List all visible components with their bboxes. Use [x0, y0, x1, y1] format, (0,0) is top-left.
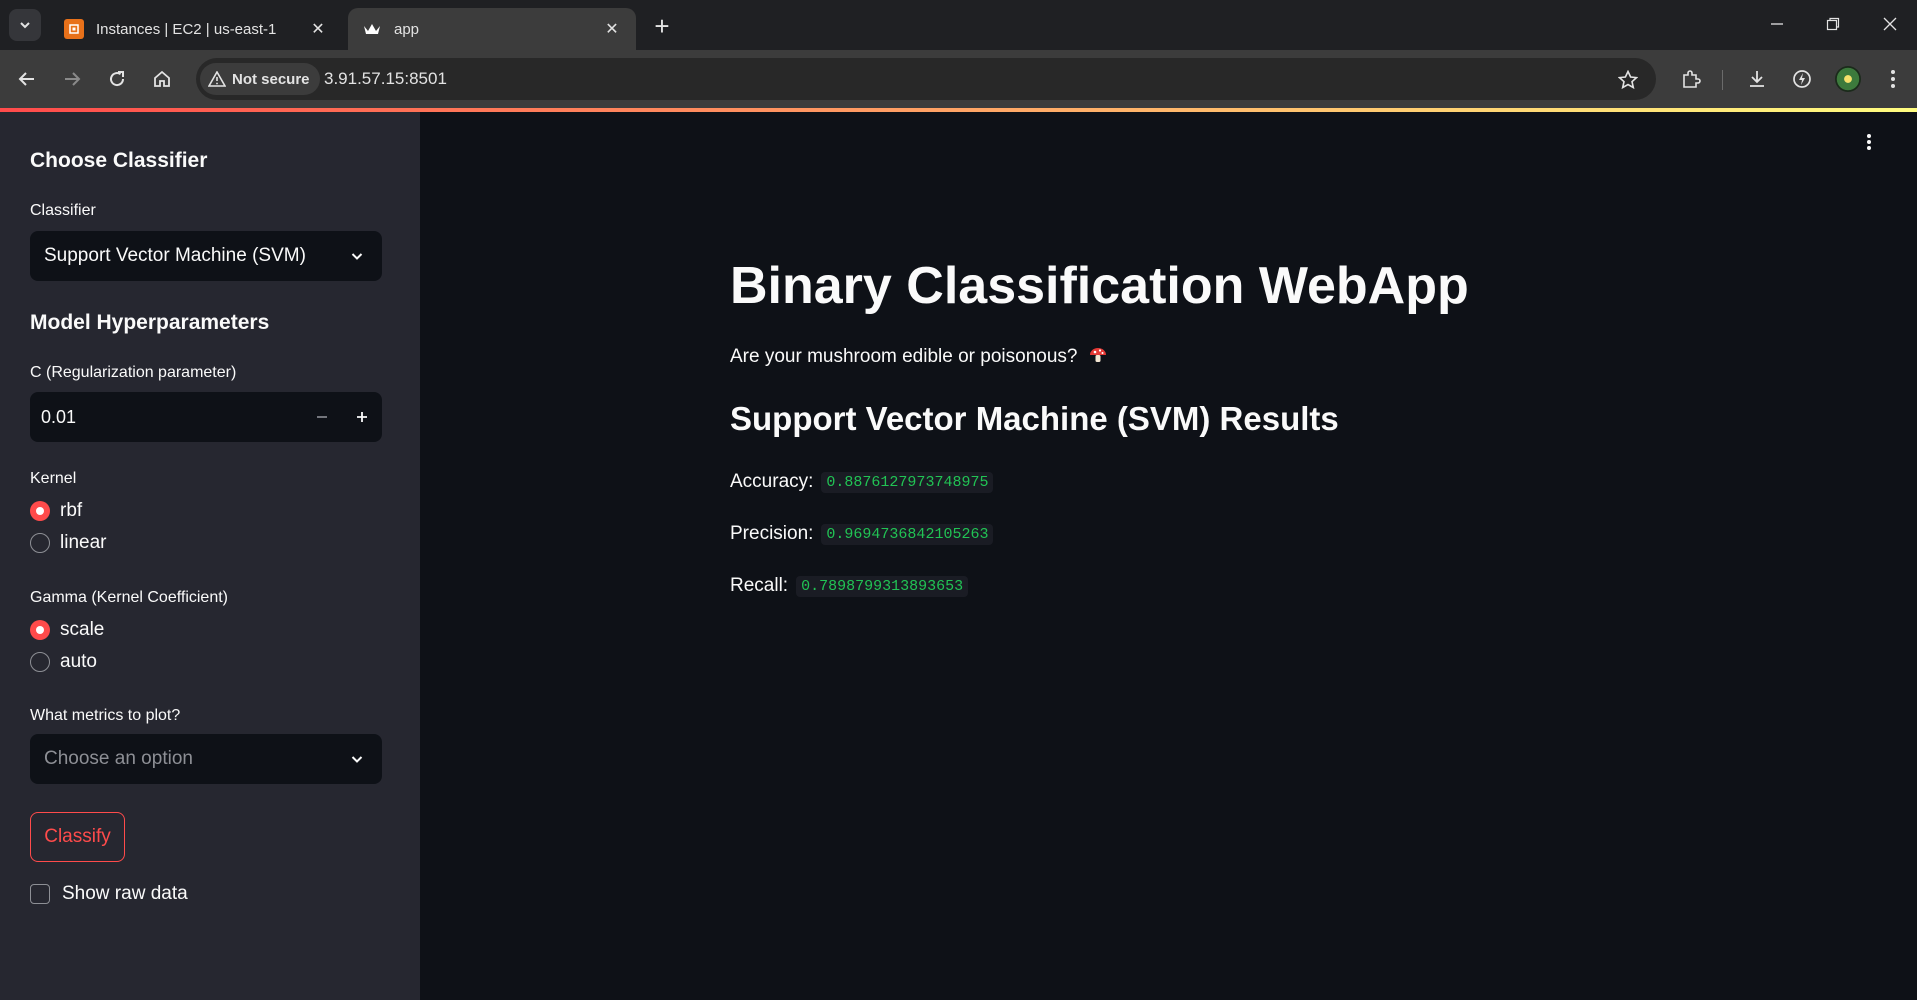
security-indicator[interactable]: Not secure [200, 63, 320, 95]
gamma-label: Gamma (Kernel Coefficient) [30, 589, 228, 606]
classifier-label: Classifier [30, 202, 96, 219]
mushroom-icon [1089, 347, 1107, 363]
show-raw-data-label: Show raw data [62, 883, 188, 904]
new-tab-button[interactable]: + [646, 10, 678, 42]
extensions-icon[interactable] [1675, 63, 1707, 95]
close-icon[interactable]: ✕ [602, 19, 622, 39]
kernel-option-linear[interactable]: linear [30, 530, 106, 556]
browser-toolbar: Not secure 3.91.57.15:8501 [0, 50, 1917, 108]
tab-app[interactable]: app ✕ [348, 8, 636, 50]
metric-value: 0.9694736842105263 [821, 523, 994, 545]
streamlit-crown-icon [362, 19, 382, 39]
browser-menu-icon[interactable] [1877, 63, 1909, 95]
forward-arrow-icon[interactable] [56, 63, 88, 95]
tab-title: app [394, 20, 420, 38]
radio-selected[interactable] [30, 620, 50, 640]
metric-value: 0.7898799313893653 [796, 575, 969, 597]
increment-button[interactable] [342, 392, 382, 442]
kernel-option-label: rbf [60, 500, 83, 521]
chevron-down-icon [346, 748, 368, 770]
recall-metric: Recall: 0.7898799313893653 [730, 572, 969, 600]
metric-label: Precision: [730, 523, 814, 544]
download-icon[interactable] [1741, 63, 1773, 95]
toolbar-divider [1722, 70, 1723, 90]
back-arrow-icon[interactable] [11, 63, 43, 95]
url-text[interactable]: 3.91.57.15:8501 [324, 69, 447, 89]
c-parameter-label: C (Regularization parameter) [30, 364, 237, 381]
show-raw-data-checkbox[interactable] [30, 884, 50, 904]
kernel-option-rbf[interactable]: rbf [30, 498, 82, 524]
results-heading: Support Vector Machine (SVM) Results [730, 400, 1339, 437]
metric-label: Recall: [730, 575, 789, 596]
performance-icon[interactable] [1786, 63, 1818, 95]
classifier-selected-value: Support Vector Machine (SVM) [44, 245, 306, 266]
choose-classifier-heading: Choose Classifier [30, 149, 208, 172]
plus-icon [357, 412, 367, 422]
restore-icon[interactable] [1811, 6, 1855, 42]
metrics-multiselect[interactable]: Choose an option [30, 734, 382, 784]
metric-value: 0.8876127973748975 [821, 471, 994, 493]
c-number-input: 0.01 [30, 392, 382, 442]
show-raw-data-checkbox-row[interactable]: Show raw data [30, 881, 188, 907]
sidebar: Choose Classifier Classifier Support Vec… [0, 112, 420, 1000]
model-hyperparameters-heading: Model Hyperparameters [30, 311, 270, 334]
decrement-button[interactable] [302, 392, 342, 442]
c-value-field[interactable]: 0.01 [30, 407, 302, 428]
avatar [1835, 66, 1861, 92]
radio-selected[interactable] [30, 501, 50, 521]
chevron-down-icon [346, 245, 368, 267]
radio-unselected[interactable] [30, 533, 50, 553]
home-icon[interactable] [146, 63, 178, 95]
metrics-placeholder: Choose an option [44, 748, 193, 769]
tab-search-button[interactable] [9, 9, 41, 41]
metric-label: Accuracy: [730, 471, 814, 492]
classifier-select[interactable]: Support Vector Machine (SVM) [30, 231, 382, 281]
radio-unselected[interactable] [30, 652, 50, 672]
address-bar[interactable]: Not secure 3.91.57.15:8501 [196, 58, 1656, 100]
chevron-down-icon [20, 22, 30, 29]
reload-icon[interactable] [101, 63, 133, 95]
browser-tab-bar: Instances | EC2 | us-east-1 ✕ app ✕ + [0, 0, 1917, 50]
tab-title: Instances | EC2 | us-east-1 [96, 20, 277, 38]
page-subtitle-row: Are your mushroom edible or poisonous? [730, 346, 1107, 368]
aws-ec2-icon [64, 19, 84, 39]
classify-button[interactable]: Classify [30, 812, 125, 862]
kernel-label: Kernel [30, 470, 77, 487]
accuracy-metric: Accuracy: 0.8876127973748975 [730, 468, 994, 496]
page-title: Binary Classification WebApp [730, 257, 1469, 315]
gamma-option-label: auto [60, 651, 97, 672]
app-main-menu-icon[interactable] [1857, 128, 1881, 156]
close-window-icon[interactable] [1868, 6, 1912, 42]
tab-ec2-instances[interactable]: Instances | EC2 | us-east-1 ✕ [50, 8, 342, 50]
precision-metric: Precision: 0.9694736842105263 [730, 520, 994, 548]
bookmark-star-icon[interactable] [1614, 66, 1642, 94]
metrics-label: What metrics to plot? [30, 707, 181, 724]
minimize-icon[interactable] [1755, 6, 1799, 42]
gamma-option-auto[interactable]: auto [30, 649, 97, 675]
kernel-option-label: linear [60, 532, 107, 553]
gamma-option-label: scale [60, 619, 105, 640]
close-icon[interactable]: ✕ [308, 19, 328, 39]
streamlit-app: Choose Classifier Classifier Support Vec… [0, 108, 1917, 1000]
profile-avatar[interactable] [1832, 63, 1864, 95]
minus-icon [317, 416, 327, 418]
warning-icon [208, 71, 226, 87]
page-subtitle: Are your mushroom edible or poisonous? [730, 346, 1078, 367]
gamma-option-scale[interactable]: scale [30, 617, 104, 643]
security-label: Not secure [232, 70, 310, 88]
